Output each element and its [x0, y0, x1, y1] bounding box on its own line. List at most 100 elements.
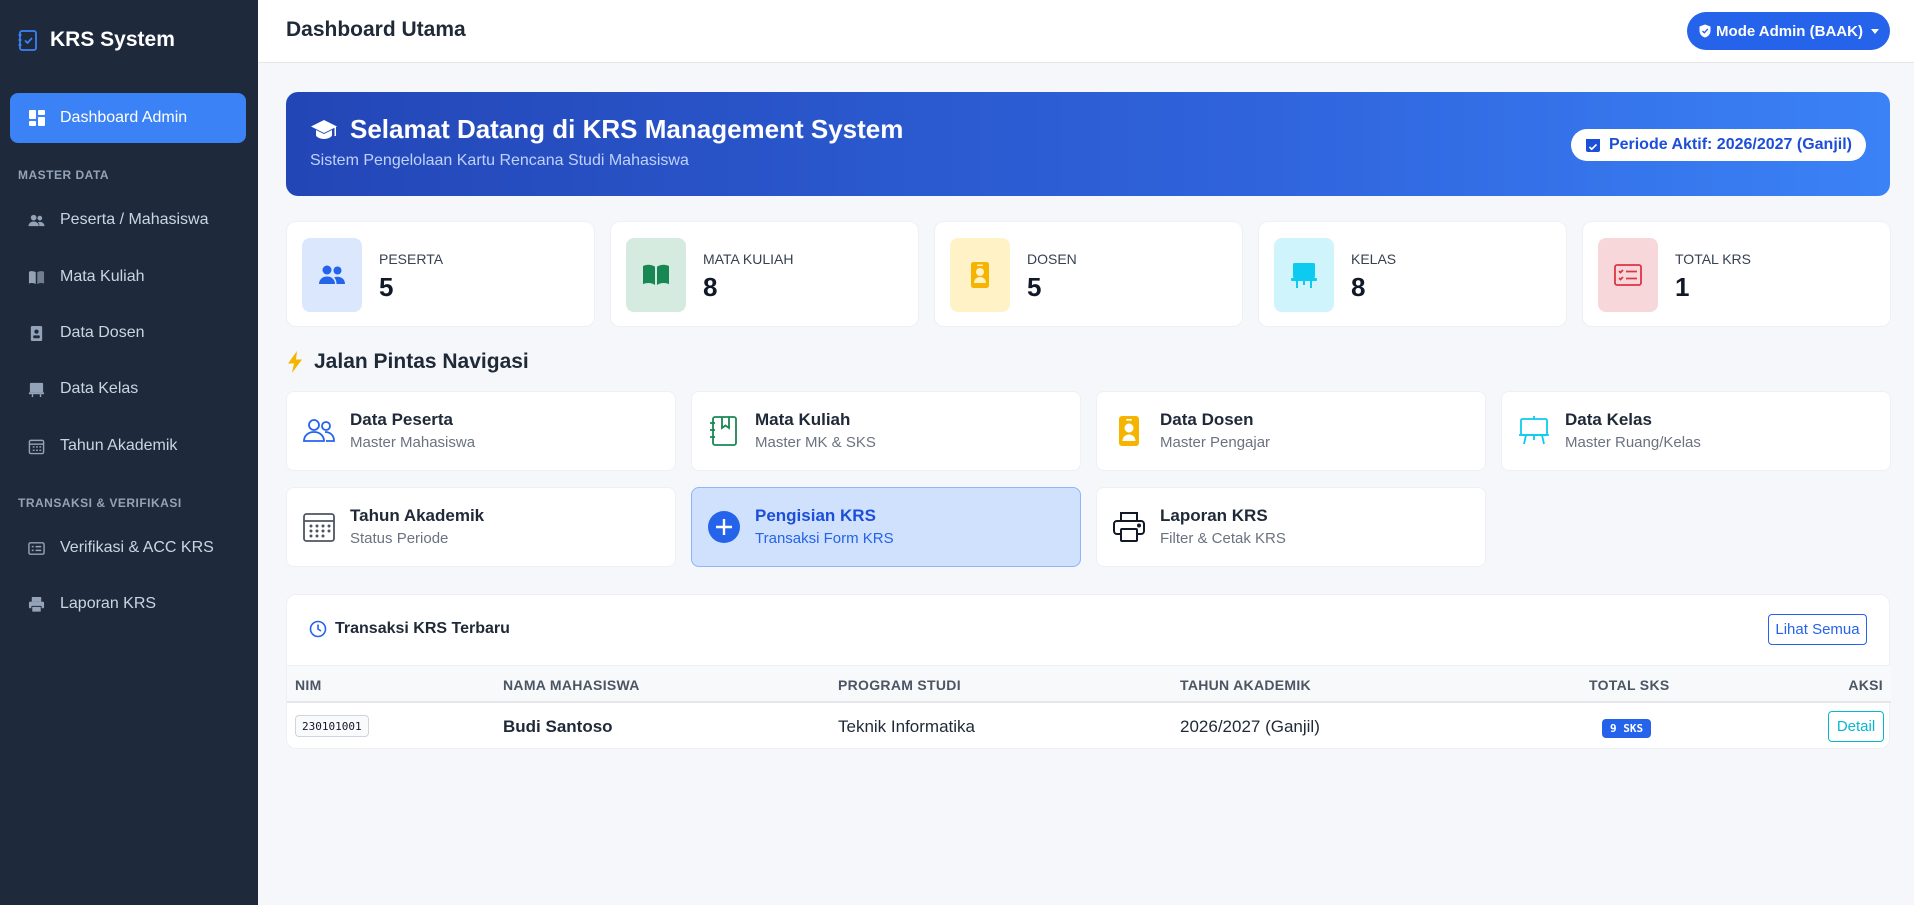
sidebar-item-kelas[interactable]: Data Kelas — [28, 377, 138, 401]
column-header-aksi[interactable]: AKSI — [1848, 677, 1883, 693]
view-all-button[interactable]: Lihat Semua — [1768, 614, 1867, 645]
sidebar-item-peserta[interactable]: Peserta / Mahasiswa — [28, 208, 209, 232]
shield-icon — [1699, 24, 1711, 38]
brand[interactable]: KRS System — [0, 0, 258, 80]
sidebar-item-verifikasi[interactable]: Verifikasi & ACC KRS — [28, 536, 214, 560]
sidebar-item-label: Laporan KRS — [60, 595, 157, 612]
stat-icon-box — [626, 238, 686, 312]
cell-prodi: Teknik Informatika — [838, 717, 975, 736]
calendar-icon — [303, 513, 335, 542]
clipboard-check-icon — [18, 30, 37, 51]
shortcut-name: Pengisian KRS — [755, 506, 876, 525]
shortcut-name: Data Kelas — [1565, 410, 1652, 429]
plus-circle-icon — [708, 511, 740, 543]
shortcut-data-peserta[interactable]: Data Peserta Master Mahasiswa — [286, 391, 676, 471]
sidebar-item-laporan[interactable]: Laporan KRS — [28, 592, 156, 616]
sidebar-item-mata-kuliah[interactable]: Mata Kuliah — [28, 265, 145, 289]
stat-label: KELAS — [1351, 251, 1397, 267]
table-header: NIM NAMA MAHASISWA PROGRAM STUDI TAHUN A… — [287, 665, 1891, 703]
shortcut-name: Laporan KRS — [1160, 506, 1268, 525]
stat-label: PESERTA — [379, 251, 444, 267]
chevron-down-icon — [1870, 28, 1879, 34]
column-header-sks[interactable]: TOTAL SKS — [1589, 677, 1670, 693]
mode-admin-dropdown[interactable]: Mode Admin (BAAK) — [1687, 12, 1890, 50]
sidebar-item-label: Tahun Akademik — [60, 437, 178, 454]
sidebar-item-label: Mata Kuliah — [60, 268, 145, 285]
stat-icon-box — [302, 238, 362, 312]
column-header-nama[interactable]: NAMA MAHASISWA — [503, 677, 640, 693]
sks-badge: 9 SKS — [1602, 719, 1652, 738]
stat-value: 5 — [1027, 272, 1042, 302]
topbar: Dashboard Utama Mode Admin (BAAK) — [258, 0, 1914, 63]
sidebar-item-label: Data Dosen — [60, 324, 145, 341]
shortcut-data-dosen[interactable]: Data Dosen Master Pengajar — [1096, 391, 1486, 471]
easel-icon — [1291, 263, 1317, 288]
stat-value: 1 — [1675, 272, 1690, 302]
shortcut-pengisian-krs[interactable]: Pengisian KRS Transaksi Form KRS — [691, 487, 1081, 567]
sidebar-item-label: Dashboard Admin — [60, 109, 188, 126]
sidebar-item-dashboard[interactable]: Dashboard Admin — [10, 93, 246, 143]
easel-icon — [28, 382, 45, 397]
stat-card-total-krs: TOTAL KRS 1 — [1582, 221, 1891, 327]
cell-nama: Budi Santoso — [503, 717, 613, 736]
shortcut-name: Tahun Akademik — [350, 506, 485, 525]
stat-card-kelas: KELAS 8 — [1258, 221, 1567, 327]
person-badge-icon — [1119, 416, 1139, 446]
sidebar-item-dosen[interactable]: Data Dosen — [28, 321, 145, 345]
welcome-title: Selamat Datang di KRS Management System — [310, 114, 903, 145]
printer-icon — [1113, 512, 1145, 542]
detail-button[interactable]: Detail — [1828, 711, 1884, 742]
periode-badge: Periode Aktif: 2026/2027 (Ganjil) — [1570, 129, 1866, 161]
clock-icon — [309, 620, 327, 638]
mode-admin-label: Mode Admin (BAAK) — [1716, 22, 1863, 40]
lightning-icon — [288, 351, 302, 373]
shortcut-name: Data Peserta — [350, 410, 454, 429]
stat-value: 8 — [703, 272, 718, 302]
shortcut-laporan-krs[interactable]: Laporan KRS Filter & Cetak KRS — [1096, 487, 1486, 567]
section-label-master: MASTER DATA — [18, 168, 110, 182]
shortcut-mata-kuliah[interactable]: Mata Kuliah Master MK & SKS — [691, 391, 1081, 471]
stat-icon-box — [1598, 238, 1658, 312]
calendar-icon — [28, 439, 45, 454]
nim-badge: 230101001 — [295, 715, 369, 737]
stat-icon-box — [950, 238, 1010, 312]
sidebar-item-label: Verifikasi & ACC KRS — [60, 539, 214, 556]
person-badge-icon — [30, 325, 43, 341]
stat-card-peserta: PESERTA 5 — [286, 221, 595, 327]
stat-card-mata-kuliah: MATA KULIAH 8 — [610, 221, 919, 327]
shortcut-desc: Filter & Cetak KRS — [1160, 530, 1286, 547]
stat-icon-box — [1274, 238, 1334, 312]
welcome-banner: Selamat Datang di KRS Management System … — [286, 92, 1890, 196]
table-row: 230101001 Budi Santoso Teknik Informatik… — [287, 703, 1891, 750]
welcome-subtitle: Sistem Pengelolaan Kartu Rencana Studi M… — [310, 152, 689, 169]
shortcut-desc: Transaksi Form KRS — [755, 530, 894, 547]
column-header-prodi[interactable]: PROGRAM STUDI — [838, 677, 961, 693]
sidebar-item-label: Data Kelas — [60, 380, 139, 397]
column-header-tahun[interactable]: TAHUN AKADEMIK — [1180, 677, 1311, 693]
page-title: Dashboard Utama — [286, 18, 466, 41]
users-icon — [319, 265, 345, 284]
shortcut-desc: Master MK & SKS — [755, 434, 876, 451]
sidebar-item-tahun-akademik[interactable]: Tahun Akademik — [28, 434, 177, 458]
card-list-icon — [28, 541, 45, 555]
shortcut-data-kelas[interactable]: Data Kelas Master Ruang/Kelas — [1501, 391, 1891, 471]
mortarboard-icon — [311, 119, 337, 139]
people-icon — [303, 419, 335, 442]
shortcuts-heading: Jalan Pintas Navigasi — [286, 350, 529, 374]
stat-value: 8 — [1351, 272, 1366, 302]
book-icon — [28, 270, 45, 284]
recent-transactions-heading: Transaksi KRS Terbaru — [309, 620, 510, 638]
people-icon — [28, 214, 45, 226]
shortcut-tahun-akademik[interactable]: Tahun Akademik Status Periode — [286, 487, 676, 567]
printer-icon — [28, 596, 45, 613]
recent-transactions-title: Transaksi KRS Terbaru — [335, 620, 510, 637]
journal-bookmark-icon — [710, 416, 737, 446]
shortcut-name: Data Dosen — [1160, 410, 1254, 429]
shortcuts-title: Jalan Pintas Navigasi — [314, 350, 529, 373]
column-header-nim[interactable]: NIM — [295, 677, 322, 693]
shortcut-desc: Master Mahasiswa — [350, 434, 476, 451]
sidebar: KRS System Dashboard Admin MASTER DATA P… — [0, 0, 258, 905]
recent-transactions-card: Transaksi KRS Terbaru Lihat Semua NIM NA… — [286, 594, 1891, 750]
brand-name: KRS System — [50, 28, 175, 51]
cell-tahun: 2026/2027 (Ganjil) — [1180, 717, 1320, 736]
